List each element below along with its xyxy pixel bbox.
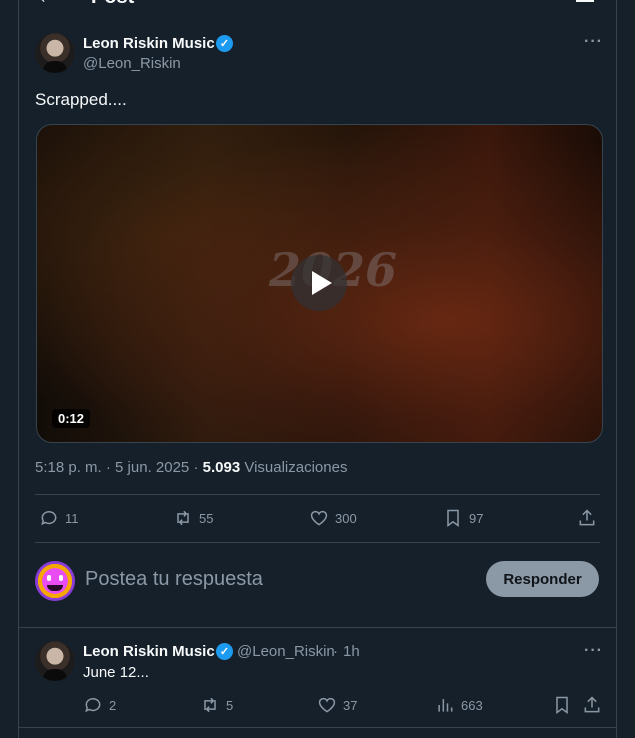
reply-views-action[interactable]: 663 — [435, 695, 483, 715]
repost-count: 5 — [226, 697, 234, 713]
post-date[interactable]: 5 jun. 2025 — [115, 459, 189, 476]
video-duration: 0:12 — [52, 409, 91, 428]
more-options-icon[interactable]: ··· — [584, 33, 603, 51]
views-chart-icon — [438, 699, 453, 712]
author-name[interactable]: Leon Riskin Music — [83, 35, 215, 52]
play-icon — [311, 271, 332, 295]
repost-icon — [177, 510, 189, 526]
reply-reply-action[interactable]: 2 — [83, 695, 116, 715]
share-action[interactable] — [577, 508, 597, 528]
like-count: 300 — [335, 510, 357, 526]
share-icon — [584, 696, 600, 713]
reply-author-handle[interactable]: @Leon_Riskin — [237, 643, 335, 660]
bookmark-icon — [556, 696, 568, 714]
heart-icon — [318, 697, 336, 713]
separator-dot: · — [193, 459, 203, 476]
bookmark-count: 97 — [469, 510, 484, 526]
comment-icon — [85, 698, 101, 713]
verified-badge-icon: ✓ — [216, 643, 233, 660]
like-action[interactable]: 300 — [309, 508, 357, 528]
tray-icon[interactable] — [576, 0, 594, 2]
current-user-avatar[interactable] — [35, 561, 75, 601]
share-icon — [579, 509, 595, 526]
separator-dot: · — [105, 459, 116, 476]
post-text: Scrapped.... — [35, 90, 127, 109]
reply-author-name[interactable]: Leon Riskin Music — [83, 643, 215, 660]
separator-dot: · — [333, 643, 338, 660]
more-options-icon[interactable]: ··· — [584, 642, 603, 660]
reply-bookmark-action[interactable] — [552, 695, 572, 715]
bookmark-icon — [447, 509, 459, 527]
comment-icon — [41, 511, 57, 526]
heart-icon — [310, 510, 328, 526]
reply-count: 2 — [109, 697, 117, 713]
reply-author-avatar[interactable] — [35, 641, 75, 681]
reply-count: 11 — [65, 510, 79, 526]
reply-input[interactable]: Postea tu respuesta — [85, 568, 263, 591]
post-metadata: 5:18 p. m. · 5 jun. 2025 · 5.093 Visuali… — [35, 459, 347, 476]
reply-like-action[interactable]: 37 — [317, 695, 357, 715]
divider — [35, 542, 600, 543]
top-bar: ← Post — [19, 0, 616, 12]
views-count: 663 — [461, 697, 483, 713]
reply-share-action[interactable] — [582, 695, 602, 715]
views-label: Visualizaciones — [244, 459, 348, 476]
author-handle[interactable]: @Leon_Riskin — [83, 55, 181, 72]
verified-badge-icon: ✓ — [216, 35, 233, 52]
views-count: 5.093 — [202, 459, 241, 476]
reply-action[interactable]: 11 — [39, 508, 79, 528]
reply-repost-action[interactable]: 5 — [200, 695, 233, 715]
repost-count: 55 — [199, 510, 214, 526]
post-time[interactable]: 5:18 p. m. — [35, 459, 102, 476]
reply-text: June 12... — [83, 664, 149, 681]
timeline-column: ← Post Leon Riskin Music ✓ @Leon_Riskin … — [18, 0, 617, 738]
author-avatar[interactable] — [35, 33, 75, 73]
repost-icon — [204, 697, 216, 713]
repost-action[interactable]: 55 — [173, 508, 213, 528]
divider — [35, 494, 600, 495]
back-arrow-icon[interactable]: ← — [37, 0, 57, 9]
reply-time[interactable]: 1h — [343, 643, 360, 660]
page-title: Post — [91, 0, 134, 9]
reply-submit-button[interactable]: Responder — [486, 561, 599, 597]
like-count: 37 — [343, 697, 358, 713]
divider — [19, 627, 616, 628]
divider — [19, 727, 616, 728]
play-button[interactable] — [291, 255, 347, 311]
video-player[interactable]: 2026 0:12 — [36, 124, 603, 443]
bookmark-action[interactable]: 97 — [443, 508, 483, 528]
